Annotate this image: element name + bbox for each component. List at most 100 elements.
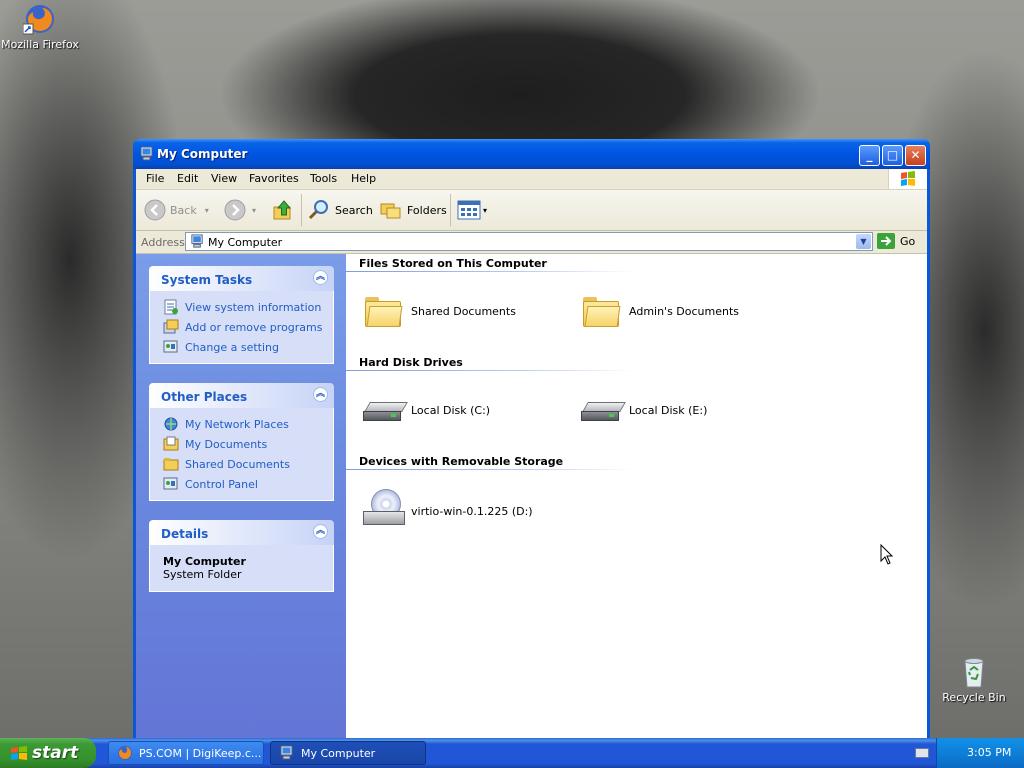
item-label: Local Disk (C:): [411, 403, 491, 417]
group-title-files: Files Stored on This Computer: [359, 257, 547, 270]
menu-favorites[interactable]: Favorites: [249, 172, 299, 185]
search-button[interactable]: Search: [307, 198, 373, 222]
minimize-icon: _: [866, 148, 873, 162]
collapse-chevron-icon[interactable]: ︽: [313, 387, 328, 402]
go-arrow-icon: [877, 233, 895, 249]
group-divider: [346, 271, 636, 272]
content-pane: Files Stored on This Computer Shared Doc…: [346, 254, 927, 738]
item-local-disk-c[interactable]: Local Disk (C:): [361, 390, 490, 430]
place-my-documents[interactable]: My Documents: [150, 434, 333, 454]
back-label: Back: [170, 203, 197, 217]
item-local-disk-e[interactable]: Local Disk (E:): [579, 390, 707, 430]
toolbar: Back ▾ ▾ Search Folders ▾: [136, 190, 927, 231]
taskbar-item-my-computer[interactable]: My Computer: [270, 741, 426, 765]
folders-icon: [380, 203, 401, 219]
window-client: File Edit View Favorites Tools Help Back…: [136, 169, 927, 738]
place-control-panel[interactable]: Control Panel: [150, 474, 333, 494]
details-name: My Computer: [163, 555, 246, 568]
network-places-icon: [163, 416, 179, 432]
place-label: My Documents: [185, 437, 268, 451]
panel-title: System Tasks: [161, 273, 253, 287]
collapse-chevron-icon[interactable]: ︽: [313, 524, 328, 539]
panel-body: View system information Add or remove pr…: [149, 291, 334, 364]
cd-drive-icon: [361, 487, 405, 535]
item-cd-drive-d[interactable]: virtio-win-0.1.225 (D:): [361, 487, 533, 535]
details-panel: Details ︽ My Computer System Folder: [149, 520, 334, 592]
recycle-bin-icon: [957, 655, 991, 689]
go-label: Go: [900, 234, 916, 248]
desktop-icon-recycle-bin[interactable]: Recycle Bin: [934, 655, 1014, 704]
address-dropdown-icon[interactable]: ▼: [856, 234, 871, 249]
place-shared-documents[interactable]: Shared Documents: [150, 454, 333, 474]
add-remove-programs-icon: [163, 319, 179, 335]
start-label: start: [32, 743, 79, 763]
place-label: Control Panel: [185, 477, 258, 491]
my-computer-icon: [191, 234, 203, 248]
task-view-system-information[interactable]: View system information: [150, 297, 333, 317]
place-my-network-places[interactable]: My Network Places: [150, 414, 333, 434]
search-label: Search: [335, 203, 373, 217]
task-change-setting[interactable]: Change a setting: [150, 337, 333, 357]
other-places-header[interactable]: Other Places ︽: [149, 383, 334, 408]
maximize-button[interactable]: □: [882, 145, 903, 166]
group-title-hard-disks: Hard Disk Drives: [359, 356, 463, 369]
maximize-icon: □: [886, 148, 899, 162]
close-button[interactable]: ✕: [905, 145, 926, 166]
mouse-cursor-icon: [880, 544, 894, 565]
item-label: Shared Documents: [411, 304, 516, 318]
taskbar-item-label: PS.COM | DigiKeep.c...: [139, 746, 262, 760]
close-icon: ✕: [910, 148, 921, 162]
taskbar-item-browser[interactable]: PS.COM | DigiKeep.c...: [108, 741, 264, 765]
views-dropdown-icon[interactable]: ▾: [483, 206, 487, 215]
address-bar: Address My Computer ▼ Go: [136, 231, 927, 254]
system-info-icon: [163, 299, 179, 315]
address-value: My Computer: [208, 236, 283, 249]
folders-button[interactable]: Folders: [379, 198, 447, 222]
item-shared-documents[interactable]: Shared Documents: [361, 291, 516, 331]
menu-file[interactable]: File: [146, 172, 164, 185]
menu-help[interactable]: Help: [351, 172, 376, 185]
place-label: My Network Places: [185, 417, 289, 431]
address-input[interactable]: My Computer ▼: [185, 232, 873, 251]
item-admins-documents[interactable]: Admin's Documents: [579, 291, 739, 331]
task-label: Change a setting: [185, 340, 279, 354]
back-arrow-icon: [144, 199, 166, 221]
taskbar-item-label: My Computer: [301, 746, 376, 760]
system-tasks-header[interactable]: System Tasks ︽: [149, 266, 334, 291]
folders-label: Folders: [407, 203, 447, 217]
details-header[interactable]: Details ︽: [149, 520, 334, 545]
views-button[interactable]: ▾: [457, 198, 487, 222]
hard-disk-icon: [579, 390, 626, 430]
start-button[interactable]: start: [0, 738, 96, 768]
back-dropdown-icon[interactable]: ▾: [205, 206, 209, 215]
task-label: Add or remove programs: [185, 320, 323, 334]
other-places-panel: Other Places ︽ My Network Places My Docu…: [149, 383, 334, 501]
title-bar[interactable]: My Computer _ □ ✕: [133, 139, 930, 169]
back-button[interactable]: Back ▾: [144, 198, 209, 222]
item-label: Admin's Documents: [629, 304, 740, 318]
minimize-button[interactable]: _: [859, 145, 880, 166]
group-divider: [346, 469, 636, 470]
up-folder-button[interactable]: [271, 198, 295, 222]
collapse-chevron-icon[interactable]: ︽: [313, 270, 328, 285]
control-panel-icon: [163, 339, 179, 355]
item-label: virtio-win-0.1.225 (D:): [411, 504, 533, 518]
firefox-icon: [118, 746, 132, 760]
panel-body: My Network Places My Documents Shared Do…: [149, 408, 334, 501]
my-computer-icon: [280, 745, 293, 760]
control-panel-icon: [163, 476, 179, 492]
keyboard-icon[interactable]: [915, 748, 929, 758]
desktop-icon-firefox[interactable]: Mozilla Firefox: [0, 2, 80, 51]
menu-tools[interactable]: Tools: [310, 172, 337, 185]
go-button[interactable]: Go: [877, 233, 915, 249]
my-documents-icon: [163, 436, 179, 452]
task-add-remove-programs[interactable]: Add or remove programs: [150, 317, 333, 337]
forward-button[interactable]: ▾: [224, 198, 256, 222]
clock[interactable]: 3:05 PM: [967, 746, 1011, 759]
window-title: My Computer: [157, 147, 248, 161]
menu-view[interactable]: View: [211, 172, 237, 185]
menu-edit[interactable]: Edit: [177, 172, 198, 185]
search-icon: [308, 200, 328, 220]
forward-dropdown-icon[interactable]: ▾: [252, 206, 256, 215]
panel-body: My Computer System Folder: [149, 545, 334, 592]
